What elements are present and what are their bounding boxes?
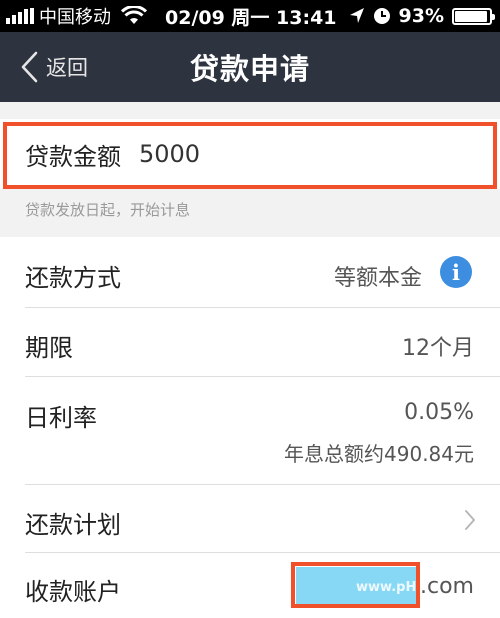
repayment-method-row[interactable]: 还款方式 等额本金 i	[0, 237, 500, 307]
loan-amount-field[interactable]: 贷款金额 5000	[0, 119, 500, 189]
signal-icon	[6, 8, 34, 24]
term-label: 期限	[25, 334, 73, 362]
status-left: 中国移动	[6, 0, 147, 32]
status-datetime: 02/09 周一 13:41	[165, 6, 337, 29]
repayment-plan-row[interactable]: 还款计划	[0, 485, 500, 552]
loan-amount-label: 贷款金额	[25, 142, 121, 171]
annual-interest-total: 年息总额约490.84元	[284, 442, 474, 466]
status-bar: 中国移动 02/09 周一 13:41 93%	[0, 0, 500, 32]
repayment-method-value: 等额本金	[333, 266, 422, 291]
info-icon[interactable]: i	[440, 256, 472, 288]
amount-section: 贷款金额 5000	[0, 102, 500, 210]
chevron-right-icon	[465, 510, 475, 530]
location-arrow-icon	[349, 8, 364, 23]
alarm-icon	[373, 8, 390, 24]
term-value: 12个月	[402, 336, 474, 361]
daily-rate-label: 日利率	[25, 404, 97, 432]
term-row[interactable]: 期限 12个月	[0, 308, 500, 376]
daily-rate-value: 0.05%	[404, 400, 474, 425]
battery-icon	[452, 7, 495, 25]
carrier-name: 中国移动	[39, 7, 111, 28]
nav-bar: 返回 贷款申请	[0, 32, 500, 102]
battery-percent: 93%	[398, 5, 444, 27]
battery-fill	[455, 10, 487, 22]
page-title: 贷款申请	[189, 52, 310, 86]
payee-account-label: 收款账户	[25, 578, 121, 606]
interest-start-hint: 贷款发放日起，开始计息	[25, 201, 191, 219]
wifi-icon	[121, 6, 147, 24]
daily-rate-row: 日利率 0.05% 年息总额约490.84元	[0, 377, 500, 484]
watermark: www.pH	[356, 580, 417, 595]
loan-amount-value[interactable]: 5000	[139, 140, 200, 168]
status-right: 93%	[349, 0, 495, 32]
account-suffix: .com	[420, 574, 474, 599]
repayment-plan-label: 还款计划	[25, 511, 121, 539]
repayment-method-label: 还款方式	[25, 264, 121, 292]
